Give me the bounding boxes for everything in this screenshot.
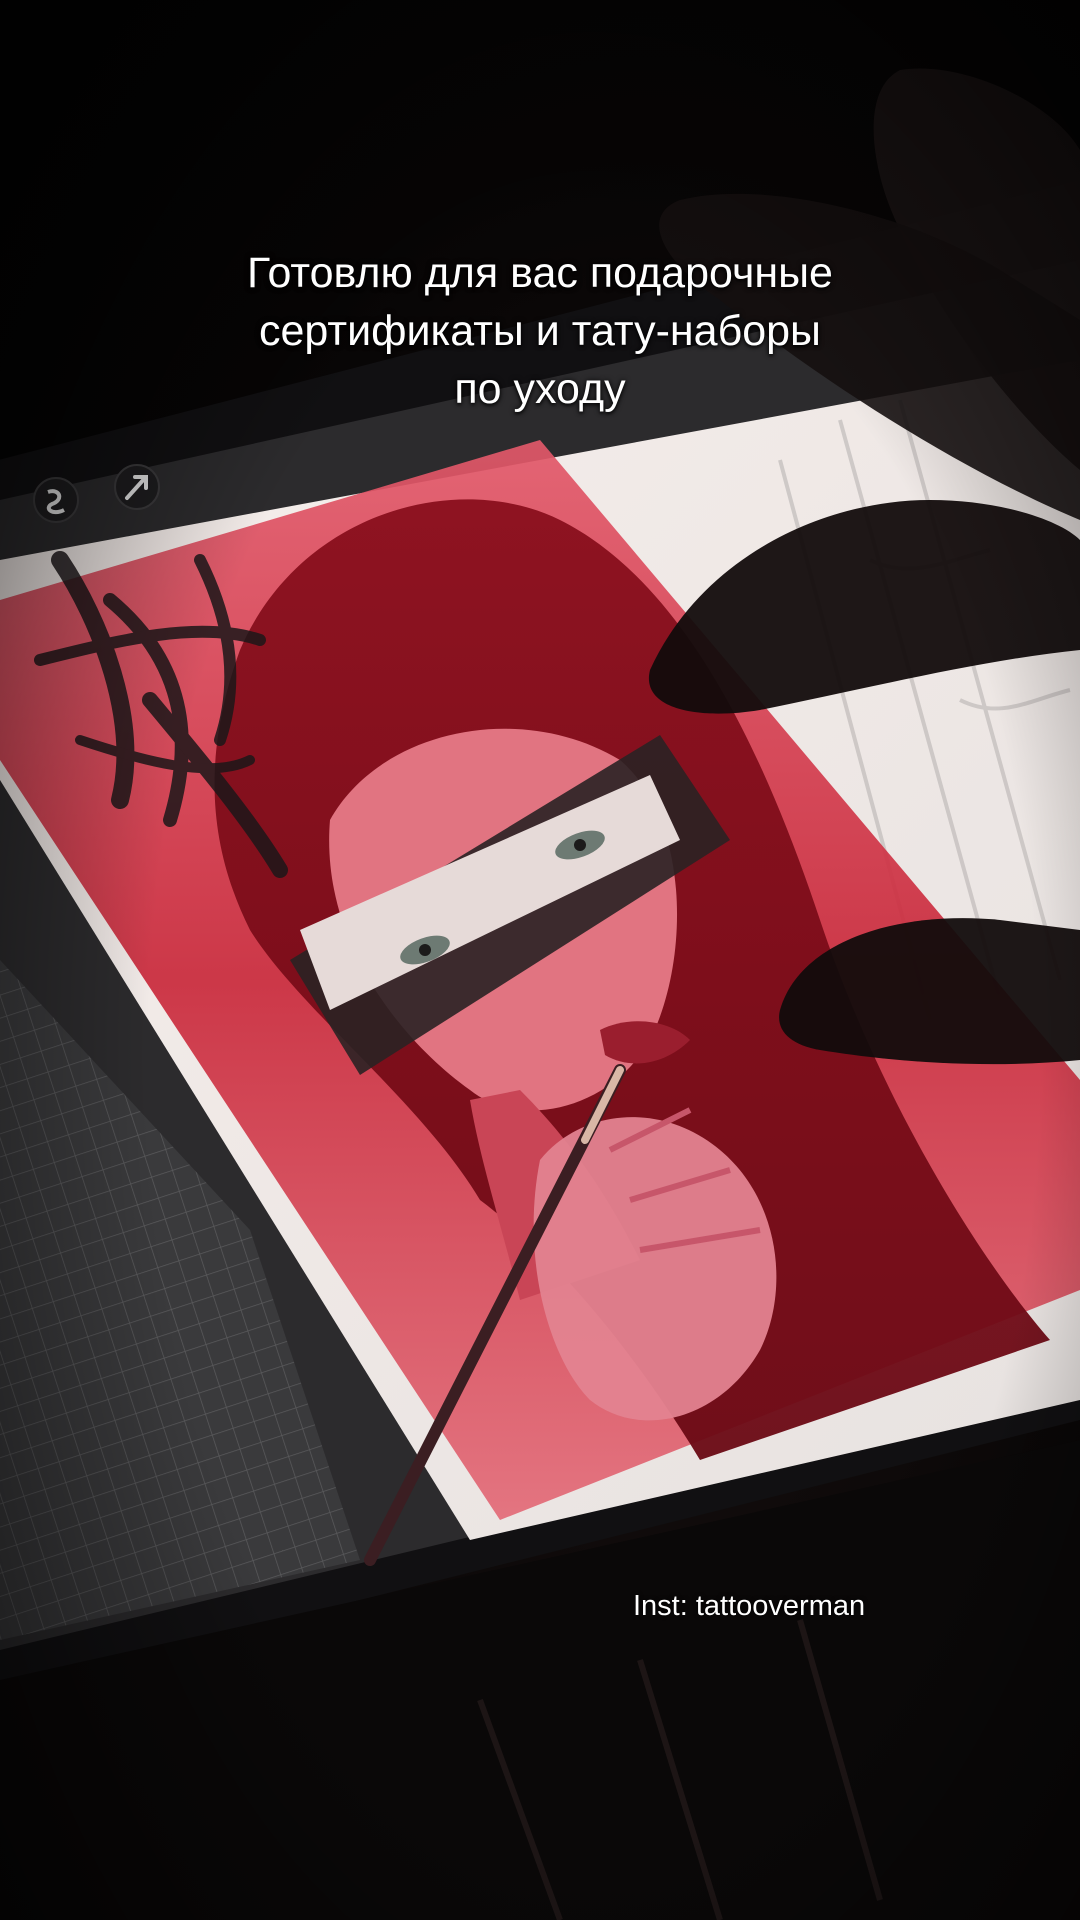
caption-line: Готовлю для вас подарочные (247, 249, 833, 297)
caption-overlay: Готовлю для вас подарочные сертификаты и… (140, 244, 940, 418)
caption-line: по уходу (454, 365, 626, 413)
caption-line: сертификаты и тату-наборы (259, 307, 821, 355)
instagram-handle: Inst: tattooverman (633, 1590, 866, 1622)
photo-frame: Готовлю для вас подарочные сертификаты и… (0, 0, 1080, 1920)
